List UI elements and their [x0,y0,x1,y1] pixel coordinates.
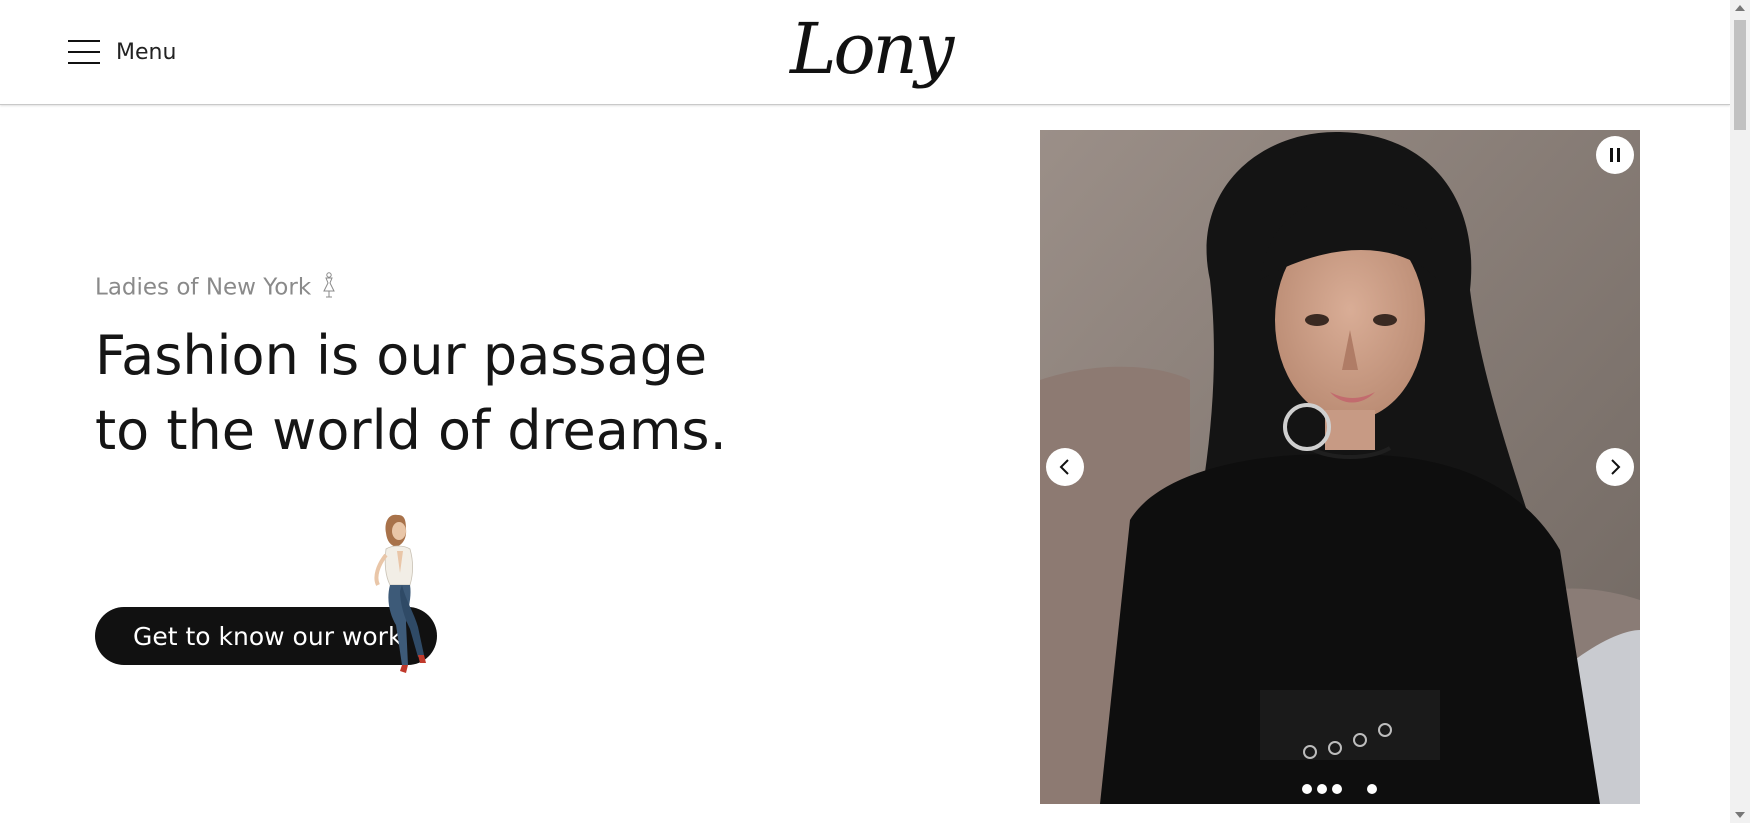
headline-line-2: to the world of dreams. [95,399,727,462]
site-logo[interactable]: Lony [790,4,954,94]
page-scrollbar[interactable] [1730,0,1750,823]
carousel-prev-button[interactable] [1046,448,1084,486]
sitting-woman-illustration [360,505,440,680]
headline-line-1: Fashion is our passage [95,324,708,387]
carousel-dot-3[interactable] [1332,784,1342,794]
scroll-down-icon[interactable] [1735,812,1745,818]
menu-button[interactable]: Menu [68,34,176,70]
scrollbar-thumb[interactable] [1734,20,1746,130]
carousel-next-button[interactable] [1596,448,1634,486]
scroll-up-icon[interactable] [1735,5,1745,11]
chevron-right-icon [1611,459,1621,475]
chevron-left-icon [1059,459,1069,475]
hero-kicker: Ladies of New York [95,272,336,304]
site-header: Menu Lony [0,0,1730,105]
carousel-pause-button[interactable] [1596,136,1634,174]
carousel-dot-1[interactable] [1302,784,1312,794]
dress-icon [322,272,336,304]
carousel-photo [1040,130,1640,804]
pause-icon [1610,148,1620,162]
hero-headline: Fashion is our passage to the world of d… [95,318,815,468]
carousel-dot-2[interactable] [1317,784,1327,794]
hero-kicker-text: Ladies of New York [95,274,312,301]
hamburger-icon[interactable] [68,38,100,66]
carousel-dot-4[interactable] [1367,784,1377,794]
menu-label[interactable]: Menu [116,40,176,65]
hero-carousel [1040,130,1640,804]
